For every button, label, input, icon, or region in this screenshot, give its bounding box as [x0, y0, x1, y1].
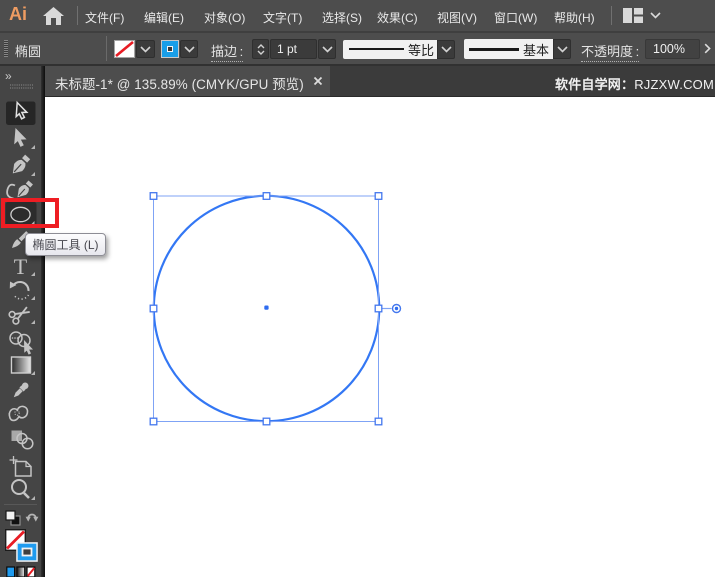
svg-text:T: T	[14, 254, 28, 279]
svg-text:»: »	[5, 69, 12, 83]
